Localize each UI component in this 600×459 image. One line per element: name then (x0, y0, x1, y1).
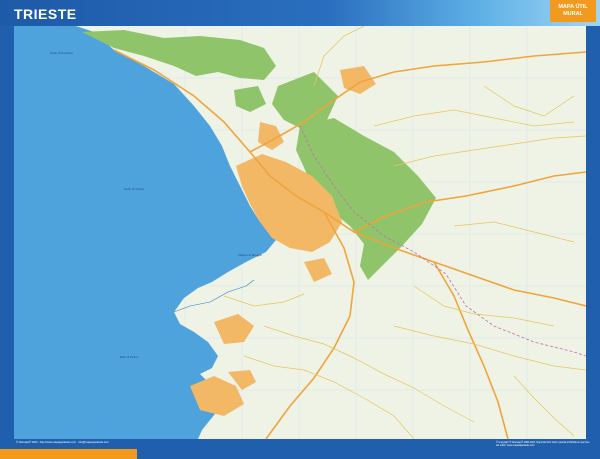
sea-label-muggia: Vallone di Muggia (238, 253, 262, 257)
sea-label-panzano: Golfo di Panzano (50, 51, 73, 55)
map-title: TRIESTE (14, 6, 77, 22)
map-area: Golfo di Panzano Golfo di Trieste Vallon… (14, 26, 586, 439)
sea-label-pirano: Baia di Pirano (120, 355, 139, 359)
map-poster: TRIESTE MAPA ÚTIL MURAL Golfo di Panzano… (0, 0, 600, 459)
footer-orange-bar (0, 449, 137, 459)
header-band (0, 0, 600, 26)
mapa-util-badge: MAPA ÚTIL MURAL (550, 0, 596, 22)
badge-line-1: MAPA ÚTIL (558, 4, 588, 10)
footer-copyright: © Copyright ® Netmaps® 1980-2024. Reprod… (496, 441, 590, 447)
sea-label-trieste: Golfo di Trieste (124, 187, 145, 191)
badge-line-2: MURAL (563, 11, 583, 17)
map-svg: Golfo di Panzano Golfo di Trieste Vallon… (14, 26, 586, 439)
footer-credits-left: © Netmaps® 2024 · http://www.mapasparato… (16, 441, 109, 444)
